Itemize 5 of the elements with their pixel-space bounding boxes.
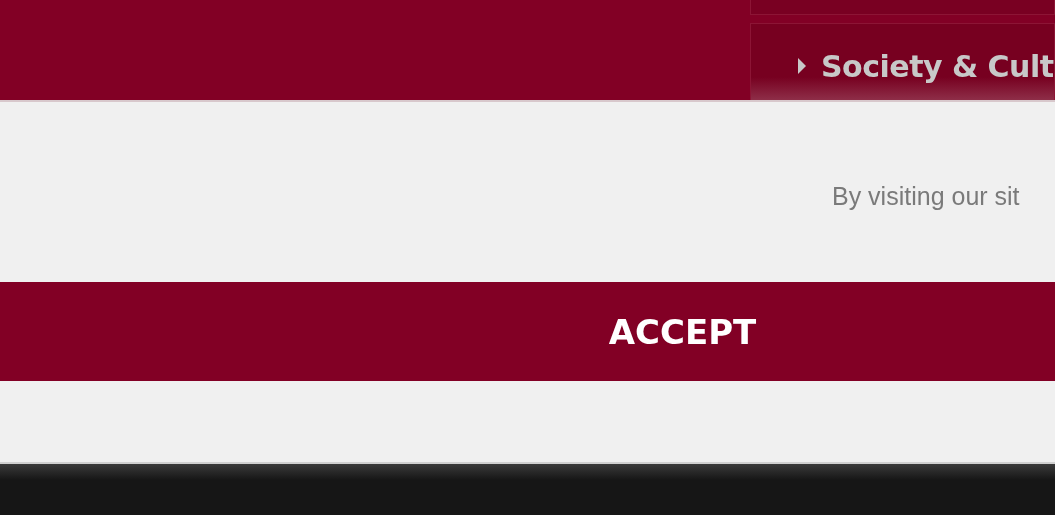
caret-icon xyxy=(797,57,807,75)
menu-item[interactable]: Society & Cult xyxy=(750,23,1055,100)
cookie-message: By visiting our sit xyxy=(832,181,1020,211)
accept-button[interactable]: ACCEPT xyxy=(0,282,1055,381)
menu-label: Society & Cult xyxy=(821,48,1054,84)
